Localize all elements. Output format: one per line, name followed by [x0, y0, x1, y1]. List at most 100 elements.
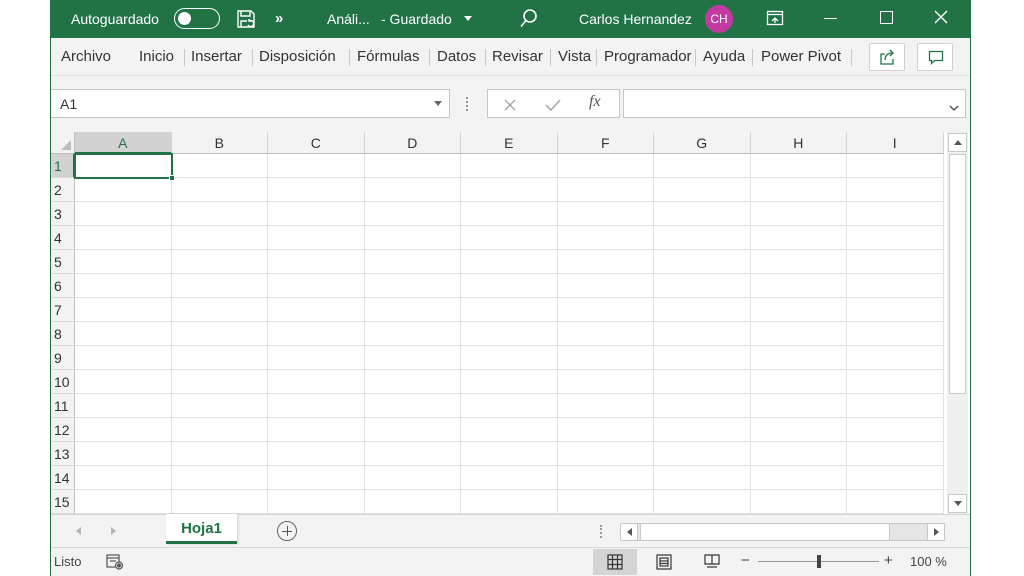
- gridline-vertical: [460, 154, 461, 514]
- gridline-horizontal: [75, 273, 943, 274]
- tab-archivo[interactable]: Archivo: [61, 38, 111, 76]
- chevron-down-icon[interactable]: [464, 16, 472, 21]
- tab-power-pivot[interactable]: Power Pivot: [761, 38, 841, 76]
- row-header-14[interactable]: 14: [50, 466, 75, 490]
- search-icon[interactable]: [519, 8, 539, 30]
- column-header-f[interactable]: F: [557, 132, 654, 154]
- row-header-12[interactable]: 12: [50, 418, 75, 442]
- resize-handle[interactable]: [600, 525, 602, 538]
- tab-programador[interactable]: Programador: [604, 38, 693, 76]
- row-header-7[interactable]: 7: [50, 298, 75, 322]
- row-header-1[interactable]: 1: [50, 154, 75, 178]
- normal-view-button[interactable]: [593, 549, 637, 575]
- column-header-c[interactable]: C: [268, 132, 365, 154]
- tab-vista[interactable]: Vista: [558, 38, 591, 76]
- row-header-13[interactable]: 13: [50, 442, 75, 466]
- gridline-vertical: [267, 154, 268, 514]
- row-header-11[interactable]: 11: [50, 394, 75, 418]
- horizontal-scrollbar[interactable]: [620, 523, 945, 541]
- row-header-5[interactable]: 5: [50, 250, 75, 274]
- column-header-b[interactable]: B: [171, 132, 268, 154]
- more-commands[interactable]: »: [275, 0, 283, 38]
- gridline-horizontal: [75, 225, 943, 226]
- select-all-button[interactable]: [50, 132, 75, 154]
- row-header-4[interactable]: 4: [50, 226, 75, 250]
- column-header-a[interactable]: A: [75, 132, 172, 154]
- row-header-9[interactable]: 9: [50, 346, 75, 370]
- gridline-horizontal: [75, 393, 943, 394]
- row-header-2[interactable]: 2: [50, 178, 75, 202]
- zoom-slider-thumb[interactable]: [816, 555, 821, 568]
- tab-datos[interactable]: Datos: [437, 38, 476, 76]
- gridline-vertical: [942, 154, 944, 514]
- tab-inicio[interactable]: Inicio: [139, 38, 174, 76]
- formula-input[interactable]: [623, 89, 966, 118]
- arrow-up-icon: [954, 140, 962, 145]
- worksheet-grid[interactable]: ABCDEFGHI 1 2 3 4 5 6 7 8 9 10 11 12 13 14 15: [50, 132, 971, 514]
- tab-disposicion[interactable]: Disposición: [259, 38, 336, 76]
- sheet-tabs-bar: Hoja1: [50, 514, 971, 547]
- row-header-10[interactable]: 10: [50, 370, 75, 394]
- tab-insertar[interactable]: Insertar: [191, 38, 242, 76]
- gridline-horizontal: [75, 321, 943, 322]
- column-header-h[interactable]: H: [750, 132, 847, 154]
- normal-view-icon: [607, 554, 623, 573]
- page-layout-view-button[interactable]: [642, 549, 686, 575]
- zoom-slider[interactable]: [758, 555, 879, 568]
- scroll-down-button[interactable]: [948, 494, 967, 513]
- column-header-d[interactable]: D: [364, 132, 461, 154]
- share-button[interactable]: [869, 43, 905, 71]
- arrow-left-icon: [627, 528, 632, 536]
- tab-ayuda[interactable]: Ayuda: [703, 38, 745, 76]
- name-box[interactable]: A1: [50, 89, 450, 118]
- add-sheet-button[interactable]: [277, 521, 297, 541]
- sheet-scroll-left-icon[interactable]: [76, 527, 81, 535]
- column-header-i[interactable]: I: [847, 132, 944, 154]
- formula-bar: A1 fx: [50, 76, 971, 132]
- tab-formulas[interactable]: Fórmulas: [357, 38, 420, 76]
- vertical-scroll-thumb[interactable]: [949, 154, 966, 394]
- comments-button[interactable]: [917, 43, 953, 71]
- scroll-left-button[interactable]: [621, 524, 638, 540]
- macro-record-icon[interactable]: [106, 554, 124, 573]
- gridline-horizontal: [75, 369, 943, 370]
- resize-handle[interactable]: [466, 97, 468, 111]
- zoom-in-button[interactable]: +: [884, 552, 893, 569]
- sheet-tab-hoja1[interactable]: Hoja1: [166, 514, 237, 544]
- row-header-6[interactable]: 6: [50, 274, 75, 298]
- row-header-8[interactable]: 8: [50, 322, 75, 346]
- expand-icon[interactable]: [949, 99, 959, 117]
- zoom-out-button[interactable]: −: [741, 552, 750, 569]
- saved-status[interactable]: - Guardado: [381, 0, 452, 38]
- gridline-horizontal: [75, 345, 943, 346]
- row-header-15[interactable]: 15: [50, 490, 75, 514]
- column-header-e[interactable]: E: [461, 132, 558, 154]
- active-cell[interactable]: [74, 153, 175, 181]
- avatar[interactable]: CH: [705, 5, 733, 33]
- select-all-icon: [61, 140, 71, 150]
- enter-icon[interactable]: [545, 98, 561, 116]
- horizontal-scroll-thumb[interactable]: [640, 524, 890, 540]
- cancel-icon[interactable]: [504, 98, 516, 116]
- autosave-toggle[interactable]: [174, 8, 220, 29]
- column-header-g[interactable]: G: [654, 132, 751, 154]
- maximize-icon[interactable]: [880, 11, 893, 24]
- gridline-vertical: [363, 154, 365, 514]
- page-break-view-button[interactable]: [690, 549, 734, 575]
- vertical-scrollbar[interactable]: [947, 132, 968, 514]
- save-sync-icon[interactable]: [235, 8, 257, 30]
- user-name[interactable]: Carlos Hernandez: [579, 0, 692, 38]
- file-title[interactable]: Análi...: [327, 0, 370, 38]
- row-header-3[interactable]: 3: [50, 202, 75, 226]
- close-icon[interactable]: [934, 10, 948, 24]
- ribbon-display-icon[interactable]: [766, 10, 784, 26]
- scroll-up-button[interactable]: [948, 133, 967, 152]
- scroll-right-button[interactable]: [927, 524, 944, 540]
- zoom-level[interactable]: 100 %: [910, 554, 947, 569]
- tab-revisar[interactable]: Revisar: [492, 38, 543, 76]
- sheet-scroll-right-icon[interactable]: [111, 527, 116, 535]
- function-icon[interactable]: fx: [589, 93, 601, 111]
- fill-handle[interactable]: [169, 175, 175, 181]
- minimize-icon[interactable]: [824, 18, 837, 19]
- chevron-down-icon[interactable]: [434, 101, 442, 106]
